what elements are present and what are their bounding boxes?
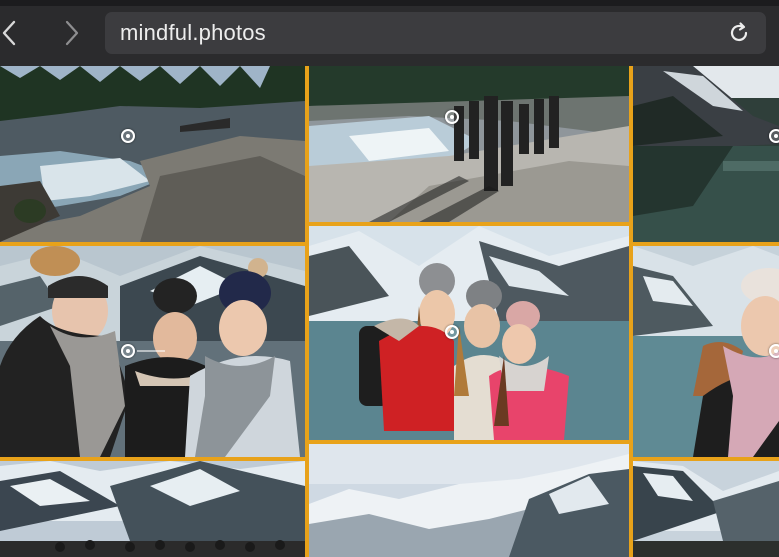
photo-tile[interactable] xyxy=(633,461,779,557)
photo-marker-icon xyxy=(445,110,459,124)
photo-tile[interactable] xyxy=(0,66,305,242)
photo-marker-icon xyxy=(121,344,135,358)
photo-marker-icon xyxy=(445,325,459,339)
forward-button[interactable] xyxy=(57,18,87,48)
reload-icon xyxy=(730,22,748,42)
photo-group-waterfall xyxy=(309,66,629,222)
chevron-right-icon xyxy=(65,20,79,46)
photo-marker-icon xyxy=(121,129,135,143)
photo-grid xyxy=(0,66,779,557)
photo-snowy-mountains-crowd xyxy=(0,461,305,557)
address-bar[interactable]: mindful.photos xyxy=(105,12,766,54)
photo-tile[interactable] xyxy=(309,66,629,222)
back-button[interactable] xyxy=(0,18,24,48)
marker-connector xyxy=(137,350,165,352)
photo-marker-icon xyxy=(769,129,779,143)
photo-tile[interactable] xyxy=(633,246,779,457)
browser-toolbar: mindful.photos xyxy=(0,0,779,66)
photo-tile[interactable] xyxy=(309,444,629,557)
photo-tile[interactable] xyxy=(0,246,305,457)
photo-tile[interactable] xyxy=(0,461,305,557)
toolbar-top-edge xyxy=(0,0,779,6)
photo-tile[interactable] xyxy=(309,226,629,440)
reload-button[interactable] xyxy=(726,20,752,46)
photo-river-rocks xyxy=(0,66,305,242)
photo-marker-icon xyxy=(769,344,779,358)
photo-mountain-lake xyxy=(633,66,779,242)
photo-tile[interactable] xyxy=(633,66,779,242)
photo-girl-pink-scarf xyxy=(633,246,779,457)
photo-three-girls-lake xyxy=(309,226,629,440)
photo-snowy-mountains-forest xyxy=(633,461,779,557)
chevron-left-icon xyxy=(2,20,16,46)
photo-snowy-mountains-sky xyxy=(309,444,629,557)
url-text[interactable]: mindful.photos xyxy=(120,20,266,46)
